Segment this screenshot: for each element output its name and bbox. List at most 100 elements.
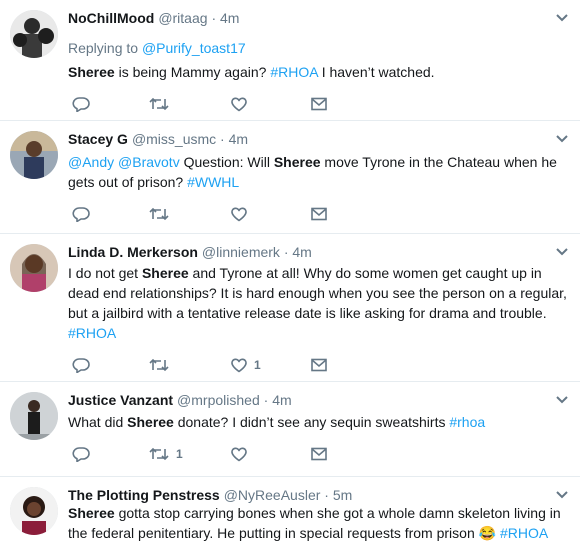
reply-button[interactable] [72,94,96,114]
tweet-actions [68,94,368,114]
timestamp[interactable]: 5m [333,487,352,503]
heart-icon [230,206,248,222]
heart-icon [230,446,248,462]
user-handle[interactable]: @miss_usmc [132,131,216,147]
retweet-button[interactable] [148,204,176,224]
display-name[interactable]: Justice Vanzant [68,392,173,408]
retweet-icon [148,96,170,112]
envelope-icon [310,446,328,462]
replying-to: Replying to @Purify_toast17 [68,38,246,58]
like-button[interactable] [230,204,254,224]
tweet-actions: 1 [68,444,368,464]
tweet-header: Linda D. Merkerson @linniemerk · 4m [68,242,312,262]
tweet-header: The Plotting Penstress @NyReeAusler · 5m [68,485,352,505]
display-name[interactable]: Linda D. Merkerson [68,244,198,260]
heart-icon [230,96,248,112]
tweet-text-segment: Question: Will [179,154,274,170]
tweet-feed: NoChillMood @ritaag · 4m Replying to @Pur… [0,0,580,550]
tweet-text: I do not get Sheree and Tyrone at all! W… [68,263,568,343]
replying-to-label: Replying to [68,40,142,56]
hashtag-link[interactable]: #WWHL [187,174,239,190]
chevron-down-icon[interactable] [554,133,570,145]
retweet-icon [148,446,170,462]
highlighted-keyword: Sheree [273,154,321,170]
reply-icon [72,357,90,373]
avatar[interactable] [10,392,58,440]
reply-button[interactable] [72,204,96,224]
like-button[interactable] [230,94,254,114]
hashtag-link[interactable]: #RHOA [270,64,317,80]
user-handle[interactable]: @mrpolished [177,392,260,408]
separator-dot: · [211,10,217,26]
display-name[interactable]: NoChillMood [68,10,154,26]
tweet-actions: 1 [68,355,368,375]
mention-link[interactable]: @Andy [68,154,114,170]
reply-icon [72,96,90,112]
separator-dot: · [283,244,289,260]
tweet-text-segment: I haven’t watched. [317,64,435,80]
hashtag-link[interactable]: #RHOA [500,525,548,541]
reply-icon [72,446,90,462]
tweet[interactable]: Stacey G @miss_usmc · 4m @Andy @Bravotv Q… [0,121,580,234]
dm-button[interactable] [310,355,334,375]
hashtag-link[interactable]: #rhoa [449,414,485,430]
timestamp[interactable]: 4m [292,244,311,260]
tweet[interactable]: Linda D. Merkerson @linniemerk · 4m I do … [0,234,580,382]
reply-button[interactable] [72,355,96,375]
dm-button[interactable] [310,94,334,114]
tweet-text: What did Sheree donate? I didn’t see any… [68,412,568,432]
tears-of-joy-emoji: 😂 [478,525,497,541]
separator-dot: · [263,392,269,408]
display-name[interactable]: Stacey G [68,131,128,147]
heart-icon [230,357,248,373]
tweet-text-segment: is being Mammy again? [114,64,271,80]
avatar[interactable] [10,487,58,535]
like-button[interactable] [230,444,254,464]
timestamp[interactable]: 4m [220,10,239,26]
chevron-down-icon[interactable] [554,246,570,258]
chevron-down-icon[interactable] [554,489,570,501]
like-button[interactable]: 1 [230,355,261,375]
dm-button[interactable] [310,444,334,464]
dm-button[interactable] [310,204,334,224]
tweet-text-segment: What did [68,414,128,430]
highlighted-keyword: Sheree [141,265,189,281]
tweet-text: @Andy @Bravotv Question: Will Sheree mov… [68,152,568,192]
chevron-down-icon[interactable] [554,12,570,24]
tweet-actions [68,204,368,224]
envelope-icon [310,357,328,373]
highlighted-keyword: Sheree [127,414,174,430]
retweet-button[interactable]: 1 [148,444,183,464]
avatar[interactable] [10,131,58,179]
retweet-icon [148,206,170,222]
tweet-text-segment: donate? I didn’t see any sequin sweatshi… [173,414,450,430]
retweet-icon [148,357,170,373]
avatar[interactable] [10,10,58,58]
chevron-down-icon[interactable] [554,394,570,406]
retweet-button[interactable] [148,355,176,375]
tweet[interactable]: NoChillMood @ritaag · 4m Replying to @Pur… [0,0,580,121]
highlighted-keyword: Sheree [68,64,115,80]
tweet-header: NoChillMood @ritaag · 4m [68,8,239,28]
envelope-icon [310,206,328,222]
retweet-count: 1 [176,447,183,461]
envelope-icon [310,96,328,112]
tweet-header: Stacey G @miss_usmc · 4m [68,129,248,149]
timestamp[interactable]: 4m [229,131,248,147]
display-name[interactable]: The Plotting Penstress [68,487,220,503]
timestamp[interactable]: 4m [272,392,291,408]
mention-link[interactable]: @Bravotv [118,154,180,170]
like-count: 1 [254,358,261,372]
hashtag-link[interactable]: #RHOA [68,325,116,341]
avatar[interactable] [10,244,58,292]
user-handle[interactable]: @ritaag [158,10,207,26]
reply-icon [72,206,90,222]
tweet-text: Sheree is being Mammy again? #RHOA I hav… [68,62,568,82]
reply-button[interactable] [72,444,96,464]
user-handle[interactable]: @NyReeAusler [224,487,321,503]
retweet-button[interactable] [148,94,176,114]
user-handle[interactable]: @linniemerk [202,244,280,260]
tweet[interactable]: Justice Vanzant @mrpolished · 4m What did… [0,382,580,477]
tweet[interactable]: The Plotting Penstress @NyReeAusler · 5m … [0,477,580,550]
replying-to-user[interactable]: @Purify_toast17 [142,40,246,56]
